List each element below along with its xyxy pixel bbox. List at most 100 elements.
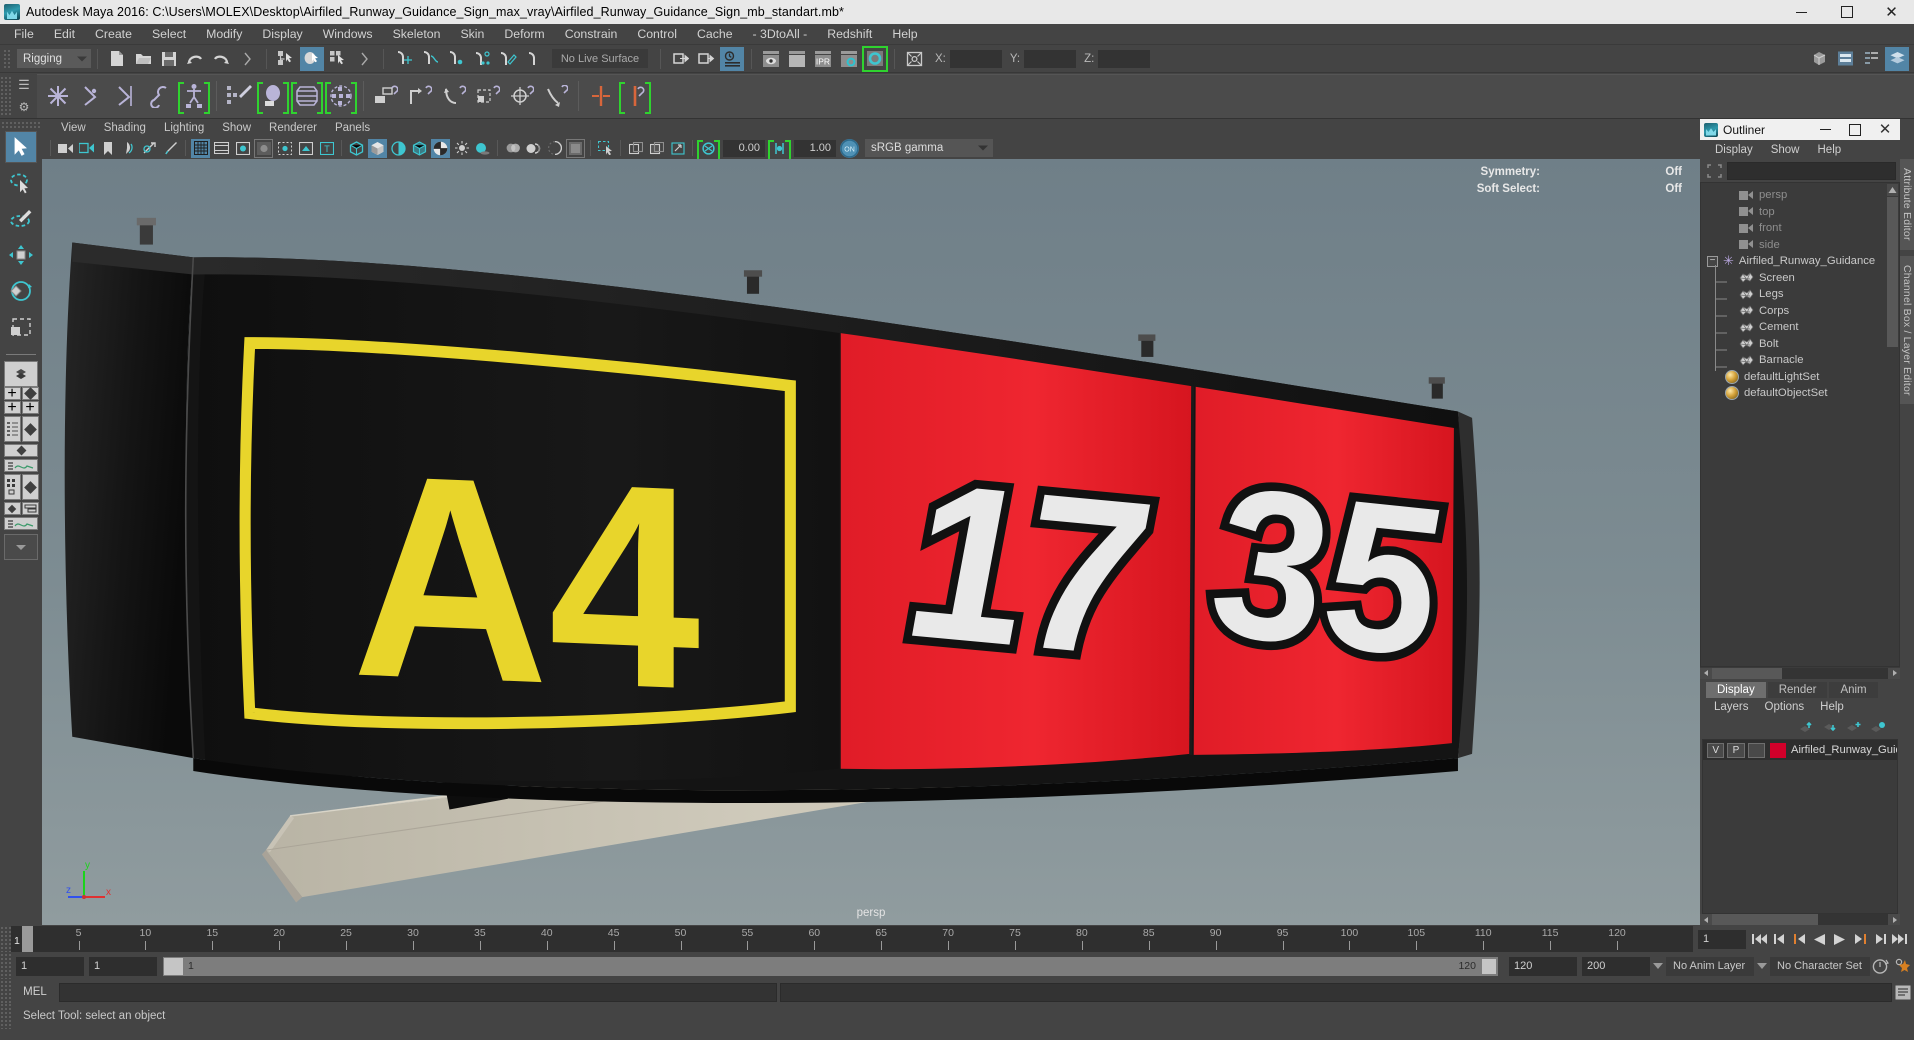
show-attribute-editor-button[interactable] — [1833, 47, 1857, 71]
render-settings-button[interactable] — [837, 47, 861, 71]
select-by-hierarchy-button[interactable] — [274, 47, 298, 71]
layer-shading-toggle[interactable] — [1747, 742, 1765, 758]
current-frame-field[interactable]: 1 — [1698, 929, 1746, 949]
two-dimensional-pan-zoom-icon[interactable] — [140, 139, 159, 158]
viewport-menu-view[interactable]: View — [52, 119, 95, 137]
overflow-arrow-icon[interactable] — [352, 47, 376, 71]
anim-end-time-field[interactable]: 200 — [1582, 956, 1650, 976]
panel-copy-icon[interactable] — [647, 139, 666, 158]
outliner-item-side[interactable]: side — [1701, 237, 1899, 254]
time-slider-gripper[interactable] — [0, 926, 11, 952]
outliner-close-button[interactable]: ✕ — [1870, 119, 1900, 140]
maximize-button[interactable] — [1824, 0, 1869, 24]
mirror-skin-weights-button[interactable] — [618, 79, 652, 114]
menu-item-select[interactable]: Select — [142, 24, 196, 45]
outliner-item-front[interactable]: front — [1701, 220, 1899, 237]
menu-set-selector[interactable]: Rigging — [17, 49, 91, 68]
orient-constraint-button[interactable] — [437, 79, 471, 113]
playback-end-time-field[interactable]: 120 — [1509, 956, 1577, 976]
outliner-item-bolt[interactable]: Bolt — [1701, 336, 1899, 353]
motion-blur-icon[interactable] — [524, 139, 543, 158]
render-current-frame-button[interactable] — [759, 47, 783, 71]
outliner-vertical-scroll-thumb[interactable] — [1887, 197, 1898, 347]
layer-color-swatch[interactable] — [1769, 742, 1786, 758]
construction-history-output-button[interactable] — [694, 47, 718, 71]
snap-to-point-button[interactable] — [443, 47, 467, 71]
layer-menu-layers[interactable]: Layers — [1706, 698, 1757, 717]
minimize-button[interactable] — [1779, 0, 1824, 24]
anim-layer-field[interactable]: No Anim Layer — [1666, 956, 1754, 976]
viewport-menu-renderer[interactable]: Renderer — [260, 119, 326, 137]
select-tool-button[interactable] — [5, 131, 37, 163]
ik-spline-handle-button[interactable] — [109, 79, 143, 113]
persp-graph-editor-button[interactable] — [4, 517, 38, 530]
shelf-tabs-menu-icon[interactable]: ☰ — [18, 78, 30, 91]
scroll-right-icon[interactable] — [1888, 667, 1900, 679]
menu-item-deform[interactable]: Deform — [494, 24, 554, 45]
snap-to-view-plane-button[interactable] — [495, 47, 519, 71]
isolate-select-icon[interactable] — [596, 139, 615, 158]
menu-item-help[interactable]: Help — [882, 24, 927, 45]
show-tool-settings-button[interactable] — [1859, 47, 1883, 71]
perspective-viewport[interactable]: A4 17 17 35 35 Symmetry: Off Soft Select… — [42, 159, 1700, 925]
outliner-expand-toggle[interactable]: − — [1707, 255, 1718, 267]
step-back-frame-button[interactable] — [1791, 929, 1808, 949]
panel-toggle-icon[interactable] — [626, 139, 645, 158]
menu-item-redshift[interactable]: Redshift — [817, 24, 882, 45]
menu-item-3dtoall[interactable]: - 3DtoAll - — [743, 24, 818, 45]
single-perspective-view-button[interactable] — [4, 361, 38, 387]
bookmark-icon[interactable] — [98, 139, 117, 158]
side-tab-attribute-editor[interactable]: Attribute Editor — [1900, 159, 1914, 250]
xray-joints-icon[interactable] — [296, 139, 315, 158]
create-layer-from-selected-icon[interactable] — [1870, 721, 1886, 734]
layer-list[interactable]: V P Airfiled_Runway_Guid — [1702, 739, 1898, 914]
character-set-dropdown-arrow[interactable] — [1754, 963, 1770, 969]
absolute-transform-icon[interactable] — [902, 47, 926, 71]
gamma-value-field[interactable]: 1.00 — [794, 139, 836, 157]
film-gate-icon[interactable] — [212, 139, 231, 158]
four-view-layout-button[interactable]: + + + — [3, 385, 39, 416]
image-plane-icon[interactable] — [119, 139, 138, 158]
move-tool-button[interactable] — [5, 239, 37, 271]
select-camera-icon[interactable] — [56, 139, 75, 158]
grid-display-icon[interactable] — [191, 138, 210, 158]
menu-item-constrain[interactable]: Constrain — [555, 24, 628, 45]
smooth-bind-button[interactable] — [256, 79, 290, 114]
ipr-render-button[interactable]: IPR — [811, 47, 835, 71]
range-bar-right-handle[interactable] — [1482, 958, 1496, 974]
graph-editor-layout-button[interactable] — [4, 459, 38, 472]
paint-skin-weights-button[interactable] — [222, 79, 256, 113]
outliner-item-airfiled-runway-guidance[interactable]: − ✳ Airfiled_Runway_Guidance — [1701, 253, 1899, 270]
viewport-menu-show[interactable]: Show — [213, 119, 260, 137]
menu-item-modify[interactable]: Modify — [196, 24, 252, 45]
layer-row[interactable]: V P Airfiled_Runway_Guid — [1703, 740, 1897, 760]
redo-previous-render-button[interactable] — [785, 47, 809, 71]
outliner-item-defaultobjectset[interactable]: defaultObjectSet — [1701, 385, 1899, 402]
open-render-view-button[interactable] — [720, 46, 744, 71]
new-scene-button[interactable] — [105, 47, 129, 71]
scale-tool-button[interactable] — [5, 311, 37, 343]
outliner-item-legs[interactable]: Legs — [1701, 286, 1899, 303]
show-modeling-toolkit-button[interactable] — [1807, 47, 1831, 71]
command-output-field[interactable] — [780, 982, 1892, 1002]
menu-item-edit[interactable]: Edit — [44, 24, 85, 45]
range-bar-left-handle[interactable] — [164, 957, 183, 975]
layer-list-scrollbar[interactable] — [1700, 914, 1900, 925]
outliner-tree[interactable]: persp top front side − ✳ Airfiled_Runway_Guida… — [1700, 182, 1900, 667]
side-tab-channel-box-layer-editor[interactable]: Channel Box / Layer Editor — [1900, 255, 1914, 405]
outliner-maximize-button[interactable] — [1840, 119, 1870, 140]
outliner-pick-walk-icon[interactable] — [1704, 162, 1724, 180]
make-live-button[interactable] — [521, 47, 545, 71]
anim-start-time-field[interactable]: 1 — [16, 956, 84, 976]
outliner-minimize-button[interactable] — [1810, 119, 1840, 140]
viewport-menu-lighting[interactable]: Lighting — [155, 119, 213, 137]
move-layer-up-icon[interactable] — [1798, 721, 1814, 734]
gamma-toggle-button[interactable] — [768, 139, 791, 161]
persp-graph-layout-button[interactable] — [4, 444, 38, 457]
layer-playback-toggle[interactable]: P — [1727, 742, 1745, 758]
live-surface-field[interactable]: No Live Surface — [552, 49, 648, 68]
exposure-toggle-button[interactable] — [697, 139, 720, 161]
viewport-menu-shading[interactable]: Shading — [95, 119, 155, 137]
hypershade-persp-layout-button[interactable] — [3, 474, 39, 500]
screen-space-ambient-occlusion-icon[interactable] — [503, 139, 522, 158]
